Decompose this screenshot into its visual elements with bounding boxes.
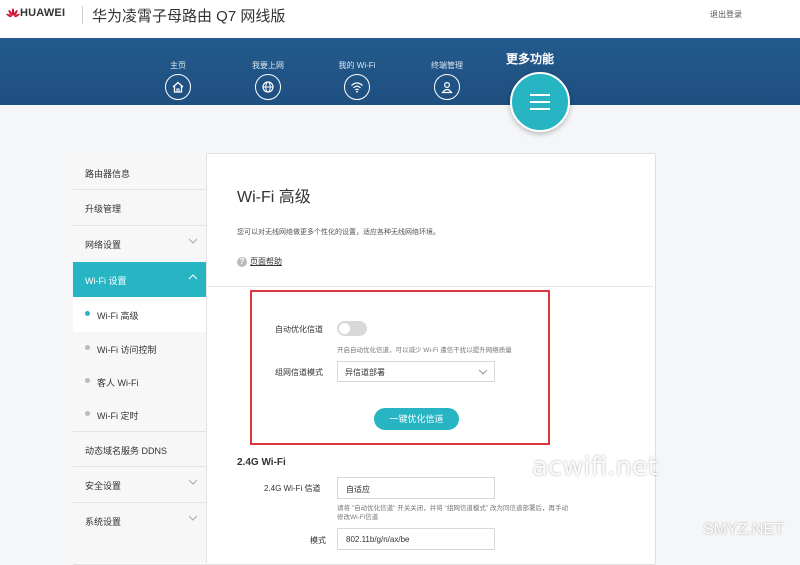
home-icon xyxy=(165,74,191,100)
auto-channel-label: 自动优化信道 xyxy=(275,325,323,334)
sidebar-item-label: Wi-Fi 设置 xyxy=(85,276,127,286)
nav-devices[interactable]: 终端管理 xyxy=(417,60,477,100)
channel-24g-label: 2.4G Wi-Fi 信道 xyxy=(264,484,321,493)
header-divider xyxy=(82,6,83,24)
sidebar-item-wifi-advanced[interactable]: Wi-Fi 高级 xyxy=(73,297,206,332)
section-divider xyxy=(207,286,653,287)
mode-field[interactable]: 802.11b/g/n/ax/be xyxy=(337,528,495,550)
bullet-icon xyxy=(85,311,90,316)
watermark-smyz: SMYZ.NET xyxy=(703,521,784,538)
toggle-knob xyxy=(339,323,350,334)
product-title: 华为凌霄子母路由 Q7 网线版 xyxy=(92,8,286,25)
mesh-channel-select[interactable]: 异信道部署 xyxy=(337,361,495,382)
menu-icon xyxy=(530,94,550,110)
nav-internet-label: 我要上网 xyxy=(252,61,284,70)
chevron-down-icon xyxy=(188,515,198,521)
bullet-icon xyxy=(85,411,90,416)
logout-link[interactable]: 退出登录 xyxy=(710,9,742,20)
nav-wifi[interactable]: 我的 Wi-Fi xyxy=(327,60,387,100)
top-bar: HUAWEI 华为凌霄子母路由 Q7 网线版 退出登录 xyxy=(0,0,800,38)
nav-more-label[interactable]: 更多功能 xyxy=(506,50,554,67)
sidebar-item-label: 路由器信息 xyxy=(85,169,131,179)
page-title: Wi-Fi 高级 xyxy=(237,189,311,206)
section-title-2g: 2.4G Wi-Fi xyxy=(237,457,286,468)
chevron-down-icon xyxy=(188,238,198,244)
mesh-channel-label: 组网信道模式 xyxy=(275,368,323,377)
mode-label: 模式 xyxy=(310,536,326,545)
sidebar-item-label: Wi-Fi 定时 xyxy=(97,411,139,421)
auto-channel-hint: 开启自动优化信道，可以减少 Wi-Fi 遭信干扰以提升网络质量 xyxy=(337,347,512,354)
bullet-icon xyxy=(85,345,90,350)
sidebar-item-label: Wi-Fi 高级 xyxy=(97,311,139,321)
main-nav: 主页 我要上网 我的 Wi-Fi 终端管理 更多功能 xyxy=(0,38,800,105)
select-value: 异信道部署 xyxy=(345,368,385,377)
sidebar-item-guest-wifi[interactable]: 客人 Wi-Fi xyxy=(73,364,206,399)
chevron-down-icon xyxy=(188,479,198,485)
chevron-down-icon xyxy=(478,369,488,375)
sidebar-item-label: 升级管理 xyxy=(85,204,122,214)
sidebar-item-wifi-schedule[interactable]: Wi-Fi 定时 xyxy=(73,397,206,432)
optimize-channel-button[interactable]: 一键优化信道 xyxy=(374,408,459,430)
sidebar-item-label: 动态域名服务 DDNS xyxy=(85,446,168,456)
channel-24g-field[interactable]: 自适应 xyxy=(337,477,495,499)
sidebar: 路由器信息 升级管理 网络设置 Wi-Fi 设置 Wi-Fi 高级 Wi-Fi … xyxy=(73,153,207,563)
globe-icon xyxy=(255,74,281,100)
user-icon xyxy=(434,74,460,100)
field-value: 自适应 xyxy=(346,485,370,494)
nav-devices-label: 终端管理 xyxy=(431,61,463,70)
field-value: 802.11b/g/n/ax/be xyxy=(346,535,410,544)
bullet-icon xyxy=(85,378,90,383)
sidebar-item-security[interactable]: 安全设置 xyxy=(73,467,206,502)
nav-internet[interactable]: 我要上网 xyxy=(238,60,298,100)
more-functions-button[interactable] xyxy=(510,72,570,132)
watermark-acwifi: acwifi.net xyxy=(532,452,659,482)
nav-wifi-label: 我的 Wi-Fi xyxy=(338,61,376,70)
sidebar-item-system[interactable]: 系统设置 xyxy=(73,503,206,538)
channel-24g-hint-line2: 修改Wi-Fi信道 xyxy=(337,514,379,521)
sidebar-item-label: 系统设置 xyxy=(85,517,122,527)
sidebar-item-router-info[interactable]: 路由器信息 xyxy=(73,155,206,190)
nav-home[interactable]: 主页 xyxy=(148,60,208,100)
sidebar-item-ddns[interactable]: 动态域名服务 DDNS xyxy=(73,432,206,467)
sidebar-item-wifi-access-control[interactable]: Wi-Fi 访问控制 xyxy=(73,331,206,366)
wifi-icon xyxy=(344,74,370,100)
sidebar-item-label: 安全设置 xyxy=(85,481,122,491)
brand-name: HUAWEI xyxy=(20,7,66,19)
help-label: 页面帮助 xyxy=(250,257,282,266)
sidebar-item-label: 客人 Wi-Fi xyxy=(97,378,139,388)
sidebar-item-upgrade[interactable]: 升级管理 xyxy=(73,190,206,225)
nav-home-label: 主页 xyxy=(170,61,186,70)
help-icon: ? xyxy=(237,257,247,267)
sidebar-item-label: Wi-Fi 访问控制 xyxy=(97,345,157,355)
auto-channel-toggle[interactable] xyxy=(337,321,367,336)
huawei-logo-icon xyxy=(6,8,20,18)
chevron-up-icon xyxy=(188,274,198,280)
help-link[interactable]: ? 页面帮助 xyxy=(237,256,282,267)
page-description: 您可以对无线网络做更多个性化的设置，适应各种无线网络环境。 xyxy=(237,229,440,236)
sidebar-item-network[interactable]: 网络设置 xyxy=(73,226,206,261)
sidebar-item-wifi-settings[interactable]: Wi-Fi 设置 xyxy=(73,262,206,297)
sidebar-item-label: 网络设置 xyxy=(85,240,122,250)
